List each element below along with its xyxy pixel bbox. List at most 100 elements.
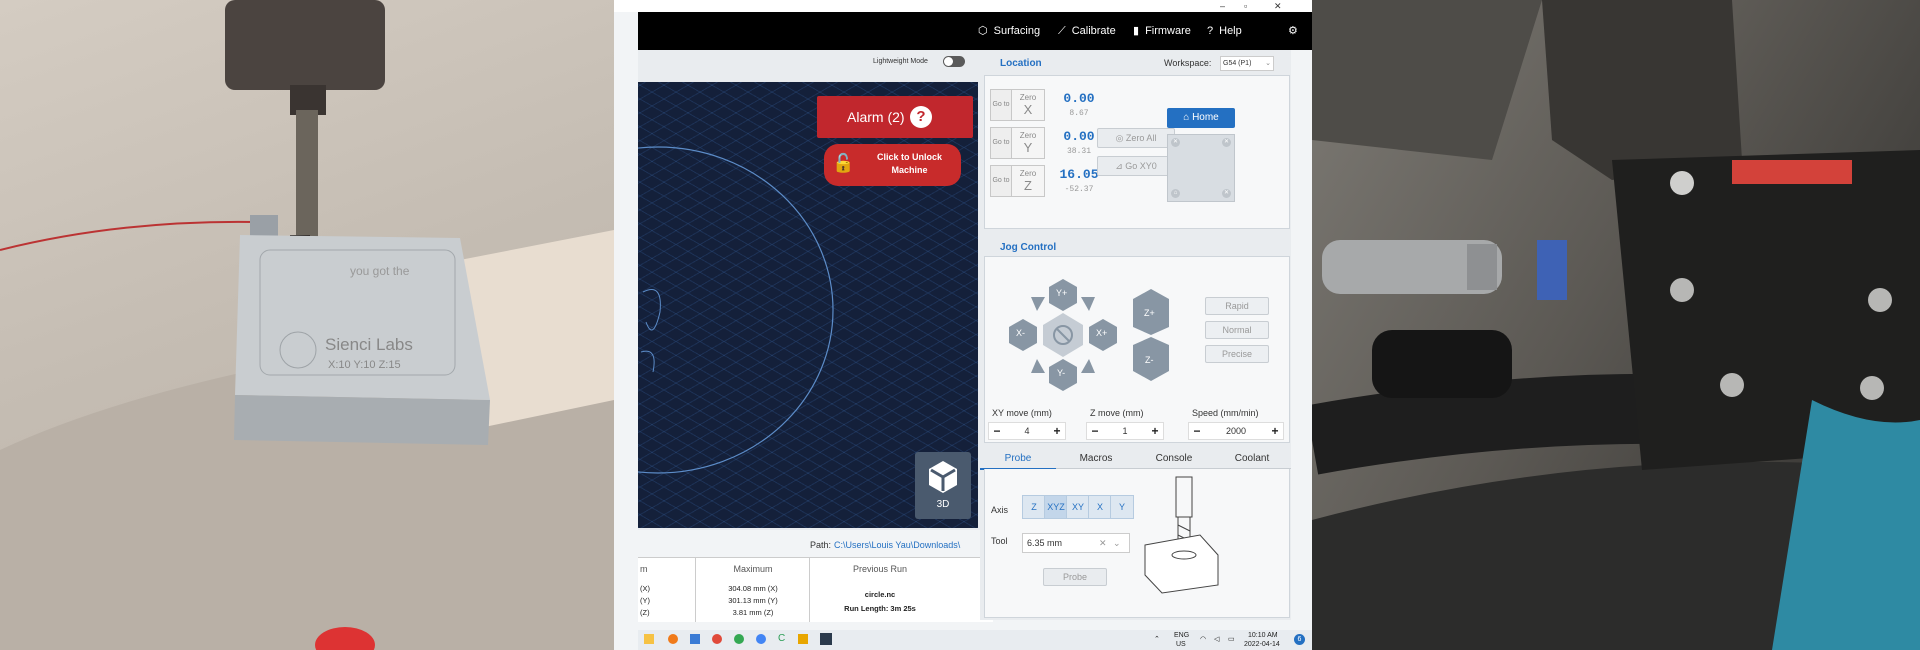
zero-y-button[interactable]: Zero Y <box>1011 127 1045 159</box>
z-jog-pad <box>1133 289 1169 381</box>
toolpath-canvas[interactable]: Alarm (2) ? 🔓 Click to Unlock Machine 3D <box>638 82 978 528</box>
corner-top-right-button[interactable]: ✕ <box>1222 138 1231 147</box>
tray-time[interactable]: 10:10 AM <box>1248 632 1278 639</box>
nav-firmware[interactable]: ▮ Firmware <box>1133 12 1191 50</box>
chrome-profile-icon[interactable] <box>734 634 744 644</box>
target-icon: ◎ <box>1115 133 1126 143</box>
chrome-icon[interactable] <box>712 634 722 644</box>
xy-move-increment[interactable]: + <box>1049 423 1065 439</box>
surfacing-icon: ⬡ <box>978 25 988 37</box>
right-photo <box>1312 0 1920 650</box>
zero-x-button[interactable]: Zero X <box>1011 89 1045 121</box>
tab-console[interactable]: Console <box>1136 450 1212 468</box>
home-button[interactable]: ⌂ Home <box>1167 108 1235 128</box>
settings-button[interactable]: ⚙ <box>1288 12 1298 50</box>
zero-z-button[interactable]: Zero Z <box>1011 165 1045 197</box>
jog-diag-ur-button[interactable] <box>1081 297 1095 311</box>
normal-button[interactable]: Normal <box>1205 321 1269 339</box>
tray-date: 2022-04-14 <box>1244 641 1280 648</box>
tray-lang[interactable]: ENG <box>1174 632 1189 639</box>
view-3d-button[interactable]: 3D <box>915 452 971 519</box>
ruler-icon: ⟋ <box>1058 25 1066 37</box>
y-machine-value: 38.31 <box>1066 147 1091 156</box>
jog-control-title: Jog Control <box>1000 242 1057 253</box>
speed-decrement[interactable]: − <box>1189 423 1205 439</box>
z-move-stepper[interactable]: − 1 + <box>1086 422 1164 440</box>
speed-stepper[interactable]: − 2000 + <box>1188 422 1284 440</box>
clear-icon[interactable]: ✕ <box>1099 534 1107 552</box>
corner-top-left-button[interactable]: ✕ <box>1171 138 1180 147</box>
browser-icon[interactable] <box>756 634 766 644</box>
wifi-icon[interactable]: ◠ <box>1200 635 1206 643</box>
slack-icon[interactable] <box>798 634 808 644</box>
nav-calibrate[interactable]: ⟋ Calibrate <box>1058 12 1116 50</box>
corner-bottom-right-button[interactable]: ✕ <box>1222 189 1231 198</box>
tab-probe[interactable]: Probe <box>980 450 1056 470</box>
block-text: Sienci Labs <box>325 335 413 354</box>
tray-chevron-icon[interactable]: ⌃ <box>1154 635 1160 643</box>
jog-diag-ll-button[interactable] <box>1031 359 1045 373</box>
zero-all-button[interactable]: ◎ Zero All <box>1097 128 1175 148</box>
speed-increment[interactable]: + <box>1267 423 1283 439</box>
probe-button[interactable]: Probe <box>1043 568 1107 586</box>
question-icon[interactable]: ? <box>910 106 932 128</box>
calculator-icon[interactable] <box>690 634 700 644</box>
probe-axis-x[interactable]: X <box>1088 495 1112 519</box>
tab-coolant[interactable]: Coolant <box>1214 450 1290 468</box>
jog-diag-ul-button[interactable] <box>1031 297 1045 311</box>
z-move-increment[interactable]: + <box>1147 423 1163 439</box>
z-move-decrement[interactable]: − <box>1087 423 1103 439</box>
app-c-icon[interactable]: C <box>778 634 788 644</box>
file-explorer-icon[interactable] <box>644 634 654 644</box>
tab-macros[interactable]: Macros <box>1058 450 1134 468</box>
windows-taskbar: C ⌃ ENG US ◠ ◁ ▭ 10:10 AM 2022-04-14 6 <box>638 630 1312 650</box>
workspace-select[interactable]: G54 (P1) ⌄ <box>1220 56 1274 71</box>
minimize-button[interactable]: – <box>1220 0 1225 12</box>
x-value: 0.00 <box>1063 91 1095 106</box>
jog-diag-lr-button[interactable] <box>1081 359 1095 373</box>
probe-axis-y[interactable]: Y <box>1110 495 1134 519</box>
go-to-x-button[interactable]: Go to <box>990 89 1012 121</box>
control-pane: Location Workspace: G54 (P1) ⌄ Go to Zer… <box>980 50 1291 620</box>
maximize-button[interactable]: ▫ <box>1244 0 1247 12</box>
probe-axis-z[interactable]: Z <box>1022 495 1046 519</box>
go-xy0-button[interactable]: ⊿ Go XY0 <box>1097 156 1175 176</box>
precise-button[interactable]: Precise <box>1205 345 1269 363</box>
alarm-banner[interactable]: Alarm (2) ? <box>817 96 973 138</box>
xy-move-stepper[interactable]: − 4 + <box>988 422 1066 440</box>
job-stats-table: m (X) (Y) (Z) Maximum 304.08 mm (X) 301.… <box>638 557 993 622</box>
stats-col-max: Maximum 304.08 mm (X) 301.13 mm (Y) 3.81… <box>695 558 810 622</box>
z-move-input[interactable]: 1 <box>1103 423 1147 439</box>
tool-select[interactable]: 6.35 mm ✕ ⌄ <box>1022 533 1130 553</box>
battery-icon[interactable]: ▭ <box>1228 635 1235 643</box>
visualizer-toolbar: Lightweight Mode <box>638 50 993 72</box>
close-button[interactable]: ✕ <box>1274 0 1282 12</box>
speed-input[interactable]: 2000 <box>1205 423 1267 439</box>
cnc-bit-photo: Sienci Labs X:10 Y:10 Z:15 you got the <box>0 0 614 650</box>
xy-move-decrement[interactable]: − <box>989 423 1005 439</box>
z-plus-label: Z+ <box>1144 308 1155 318</box>
nav-help[interactable]: ? Help <box>1207 12 1242 50</box>
nav-surfacing[interactable]: ⬡ Surfacing <box>978 12 1040 50</box>
firefox-icon[interactable] <box>668 634 678 644</box>
visualizer-panel: Lightweight Mode Alarm (2) ? 🔓 Click to … <box>638 50 993 530</box>
y-plus-label: Y+ <box>1056 288 1068 298</box>
corner-bottom-left-button[interactable]: ⌂ <box>1171 189 1180 198</box>
speaker-icon[interactable]: ◁ <box>1214 635 1219 643</box>
probe-axis-xy[interactable]: XY <box>1066 495 1090 519</box>
rapid-button[interactable]: Rapid <box>1205 297 1269 315</box>
go-to-z-button[interactable]: Go to <box>990 165 1012 197</box>
home-icon: ⌂ <box>1183 112 1193 123</box>
go-to-y-button[interactable]: Go to <box>990 127 1012 159</box>
xy-move-input[interactable]: 4 <box>1005 423 1049 439</box>
x-plus-label: X+ <box>1096 328 1108 338</box>
unlock-machine-button[interactable]: 🔓 Click to Unlock Machine <box>824 144 961 186</box>
gsender-taskbar-icon[interactable] <box>820 633 832 645</box>
probe-axis-xyz[interactable]: XYZ <box>1044 495 1068 519</box>
notification-badge[interactable]: 6 <box>1294 634 1305 645</box>
lightweight-mode-toggle[interactable] <box>943 56 965 67</box>
window-titlebar: – ▫ ✕ <box>614 0 1312 12</box>
toggle-knob <box>944 57 953 66</box>
file-path-link[interactable]: C:\Users\Louis Yau\Downloads\ <box>834 540 960 550</box>
probe-tool-label: Tool <box>991 536 1008 546</box>
